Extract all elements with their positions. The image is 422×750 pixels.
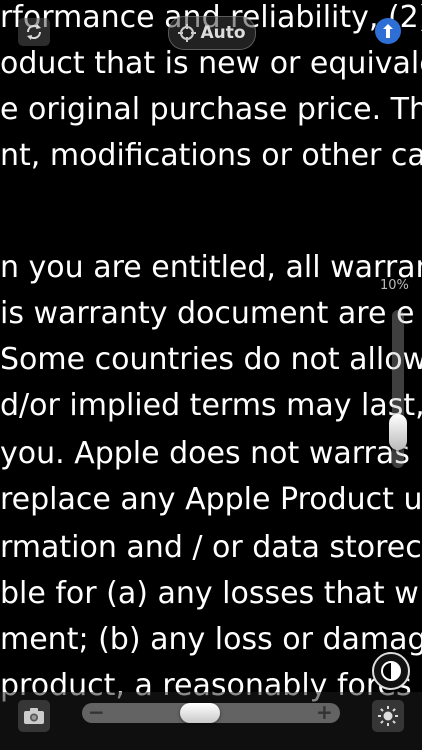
light-icon [378,706,398,726]
auto-label: Auto [200,23,246,43]
info-icon [383,24,393,38]
zoom-level-label: 10% [380,278,409,293]
document-line: you. Apple does not warras [0,436,410,471]
document-line: d/or implied terms may last, [0,388,422,423]
contrast-toggle-button[interactable] [372,652,410,690]
camera-icon [24,708,44,724]
zoom-slider-thumb[interactable] [389,413,407,450]
refresh-icon [26,24,42,40]
camera-button[interactable] [18,700,50,732]
document-line: ble for (a) any losses that w [0,576,419,611]
slider-plus-label: + [316,700,333,724]
refresh-button[interactable] [18,18,50,46]
slider-minus-label: − [88,700,105,724]
document-line: n you are entitled, all warran [0,250,422,285]
document-line: rmation and / or data storec [0,530,422,565]
focus-target-icon [178,24,197,42]
contrast-icon [381,661,401,681]
document-line: e original purchase price. This [0,92,422,127]
document-line: ment; (b) any loss or damage [0,622,422,657]
magnifier-view[interactable]: rformance and reliability, (2) e oduct t… [0,0,422,750]
document-line: is warranty document are e [0,296,415,331]
brightness-slider-thumb[interactable] [180,703,221,723]
light-toggle-button[interactable] [372,700,404,732]
document-line: Some countries do not allow [0,342,422,377]
document-line: replace any Apple Product u [0,482,422,517]
info-button[interactable] [375,18,401,44]
auto-focus-button[interactable]: Auto [168,16,256,50]
document-line: nt, modifications or other cau [0,138,422,173]
document-line: oduct that is new or equivalen [0,46,422,81]
